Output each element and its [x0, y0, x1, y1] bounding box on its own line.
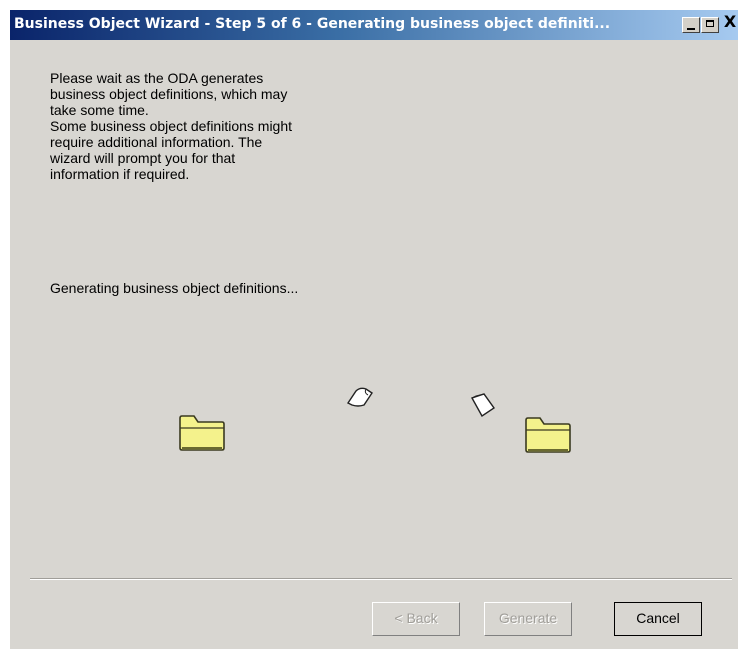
generate-button[interactable]: Generate	[484, 602, 572, 636]
window-title: Business Object Wizard - Step 5 of 6 - G…	[14, 16, 611, 32]
folder-icon	[179, 415, 225, 451]
minimize-button[interactable]	[682, 17, 700, 33]
folder-icon	[525, 417, 571, 453]
instruction-line: Please wait as the ODA generates	[50, 70, 264, 86]
cancel-button[interactable]: Cancel	[614, 602, 702, 636]
instruction-line: information if required.	[50, 166, 190, 182]
instruction-line: business object definitions, which may	[50, 86, 288, 102]
instruction-line: take some time.	[50, 102, 149, 118]
title-bar[interactable]: Business Object Wizard - Step 5 of 6 - G…	[10, 10, 738, 40]
maximize-button[interactable]	[701, 17, 719, 33]
close-icon: X	[723, 12, 737, 31]
status-text: Generating business object definitions..…	[50, 280, 299, 296]
instruction-line: wizard will prompt you for that	[50, 150, 236, 166]
maximize-icon	[706, 20, 714, 27]
close-button[interactable]: X	[722, 12, 738, 31]
instruction-line: require additional information. The	[50, 134, 263, 150]
document-icon	[470, 393, 495, 418]
document-icon	[346, 387, 373, 407]
divider	[30, 578, 732, 580]
minimize-icon	[687, 28, 695, 30]
back-button[interactable]: < Back	[372, 602, 460, 636]
instruction-line: Some business object definitions might	[50, 118, 293, 134]
wizard-panel: Please wait as the ODA generates busines…	[10, 40, 738, 649]
instructions-text: Please wait as the ODA generates busines…	[50, 70, 350, 182]
